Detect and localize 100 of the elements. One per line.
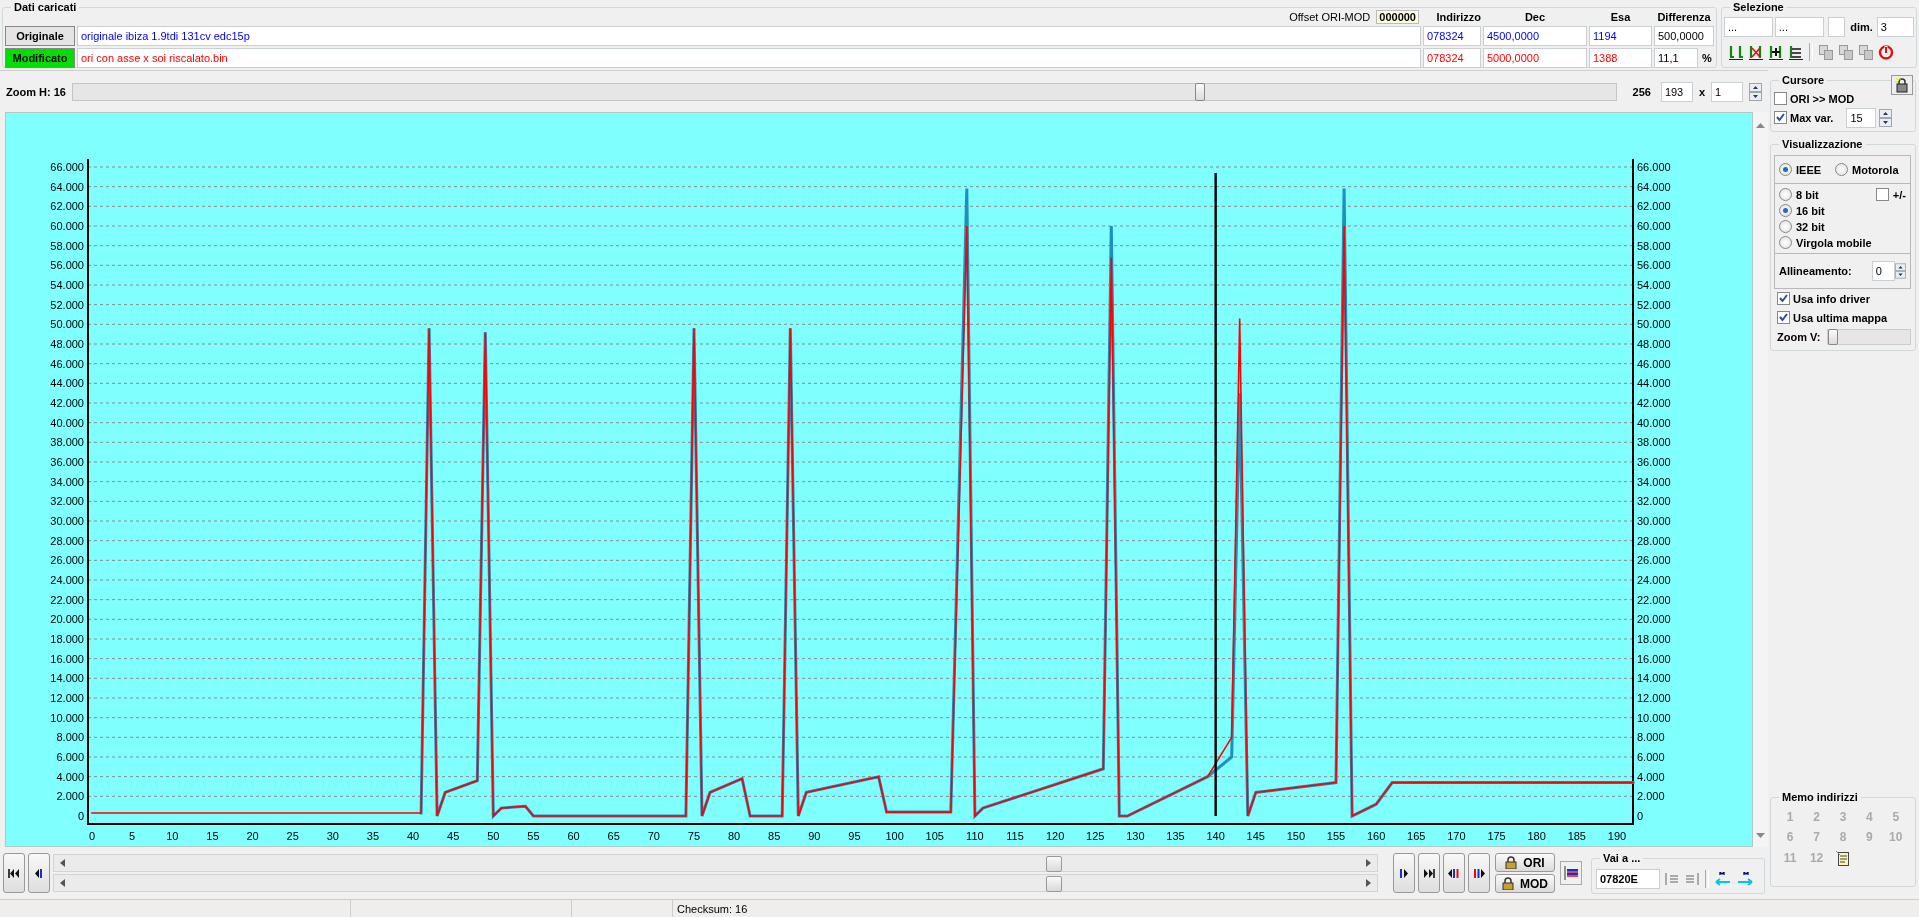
group-title: Cursore: [1779, 73, 1828, 87]
option-label: ORI >> MOD: [1790, 92, 1855, 105]
tick-label: 64.000: [1637, 180, 1671, 193]
tick-label: 38.000: [50, 436, 84, 449]
tick-label: 12.000: [1637, 692, 1671, 704]
tick-label: 48.000: [1637, 338, 1671, 350]
option-label: Usa ultima mappa: [1793, 311, 1888, 324]
radio-label: 16 bit: [1796, 204, 1825, 217]
tick-label: 60.000: [50, 220, 84, 232]
tick-label: 18.000: [1637, 633, 1671, 645]
tick-label: 58.000: [1637, 239, 1671, 252]
tick-label: 40: [406, 830, 420, 842]
tick-label: 4.000: [56, 770, 84, 783]
tick-label: 150: [1286, 830, 1306, 842]
radio-label: Virgola mobile: [1796, 236, 1872, 249]
tick-label: 160: [1367, 830, 1386, 842]
address-field: 078324: [1423, 47, 1481, 68]
tick-label: 20: [246, 830, 259, 842]
hex-field: 1388: [1589, 47, 1652, 68]
hex-field: 1194: [1589, 25, 1652, 46]
tick-label: 30.000: [1637, 515, 1671, 527]
tick-label: 140: [1206, 830, 1225, 842]
tick-label: 30.000: [50, 515, 84, 527]
tick-label: 58.000: [50, 239, 84, 252]
tick-label: 0: [77, 810, 84, 822]
file-name-field: originale ibiza 1.9tdi 131cv edc15p: [77, 25, 1421, 46]
tick-label: 135: [1166, 830, 1185, 842]
offset-value: 000000: [1376, 10, 1419, 24]
tick-label: 42.000: [1637, 397, 1671, 409]
column-header: Dec: [1523, 11, 1547, 23]
tick-label: 95: [848, 830, 861, 842]
tick-label: 6.000: [1637, 751, 1665, 763]
group-title: Visualizzazione: [1779, 137, 1866, 151]
tick-label: 56.000: [50, 259, 84, 272]
times-label: x: [1698, 85, 1705, 98]
tick-label: 52.000: [1637, 298, 1671, 311]
tick-label: 44.000: [1637, 377, 1671, 390]
tick-label: 34.000: [1637, 475, 1671, 488]
zoom-label: Zoom H: 16: [6, 85, 66, 98]
tick-label: 20.000: [50, 613, 84, 626]
tick-label: 46.000: [1637, 357, 1671, 370]
tick-label: 20.000: [1637, 613, 1671, 626]
tick-label: 2.000: [56, 790, 84, 803]
tick-label: 170: [1447, 830, 1466, 842]
tick-label: 190: [1607, 830, 1627, 842]
tick-label: 80: [727, 830, 741, 842]
tick-label: 28.000: [1637, 534, 1671, 547]
tick-label: 38.000: [1637, 436, 1671, 449]
tick-label: 54.000: [1637, 279, 1671, 291]
tick-label: 50.000: [50, 318, 84, 331]
tick-label: 64.000: [50, 180, 84, 193]
tick-label: 85: [768, 830, 781, 842]
group-title: Selezione: [1730, 0, 1787, 14]
radio-label: Motorola: [1852, 163, 1899, 176]
tick-label: 10.000: [1637, 711, 1671, 724]
tick-label: 42.000: [50, 397, 84, 409]
file-name-field: ori con asse x soi riscalato.bin: [77, 47, 1421, 68]
tick-label: 60: [567, 830, 580, 842]
tick-label: 16.000: [1637, 652, 1671, 665]
tick-label: 10: [166, 830, 179, 842]
alignment-label: Allineamento:: [1779, 265, 1852, 277]
tick-label: 26.000: [50, 554, 84, 567]
tick-label: 145: [1246, 830, 1265, 842]
tick-label: 65: [607, 830, 620, 842]
tick-label: 6.000: [56, 751, 84, 763]
tick-label: 46.000: [50, 357, 84, 370]
tick-label: 12.000: [50, 692, 84, 704]
tick-label: 36.000: [50, 456, 84, 468]
tick-label: 90: [808, 830, 821, 842]
tick-label: 24.000: [1637, 574, 1671, 586]
group-title: Dati caricati: [11, 0, 80, 14]
tick-label: 180: [1527, 830, 1546, 842]
tick-label: 105: [925, 830, 944, 842]
tick-label: 125: [1086, 830, 1105, 842]
offset-label: Offset ORI-MOD: [1289, 11, 1371, 23]
tick-label: 28.000: [50, 534, 84, 547]
tick-label: 52.000: [50, 298, 84, 311]
tick-label: 155: [1326, 830, 1346, 842]
tick-label: 0: [1637, 810, 1644, 822]
tick-label: 14.000: [50, 672, 84, 685]
option-label: +/-: [1892, 188, 1906, 201]
tick-label: 16.000: [50, 652, 84, 665]
difference-field: 500,0000: [1654, 25, 1714, 46]
tick-label: 5: [129, 830, 136, 842]
tick-label: 130: [1126, 830, 1145, 842]
tick-label: 62.000: [1637, 200, 1671, 213]
tick-label: 115: [1006, 830, 1024, 842]
option-label: Usa info driver: [1793, 292, 1871, 305]
tick-label: 34.000: [50, 475, 84, 488]
tick-label: 4.000: [1637, 770, 1665, 783]
tick-label: 2.000: [1637, 790, 1665, 803]
tick-label: 55: [527, 830, 540, 842]
tick-label: 35: [366, 830, 380, 842]
zoom-label: Zoom V:: [1777, 330, 1821, 343]
unit-label: %: [1701, 51, 1713, 64]
tick-label: 48.000: [50, 338, 84, 350]
tick-label: 70: [647, 830, 660, 842]
tick-label: 18.000: [50, 633, 84, 645]
tick-label: 22.000: [1637, 593, 1671, 606]
tick-label: 24.000: [50, 574, 84, 586]
